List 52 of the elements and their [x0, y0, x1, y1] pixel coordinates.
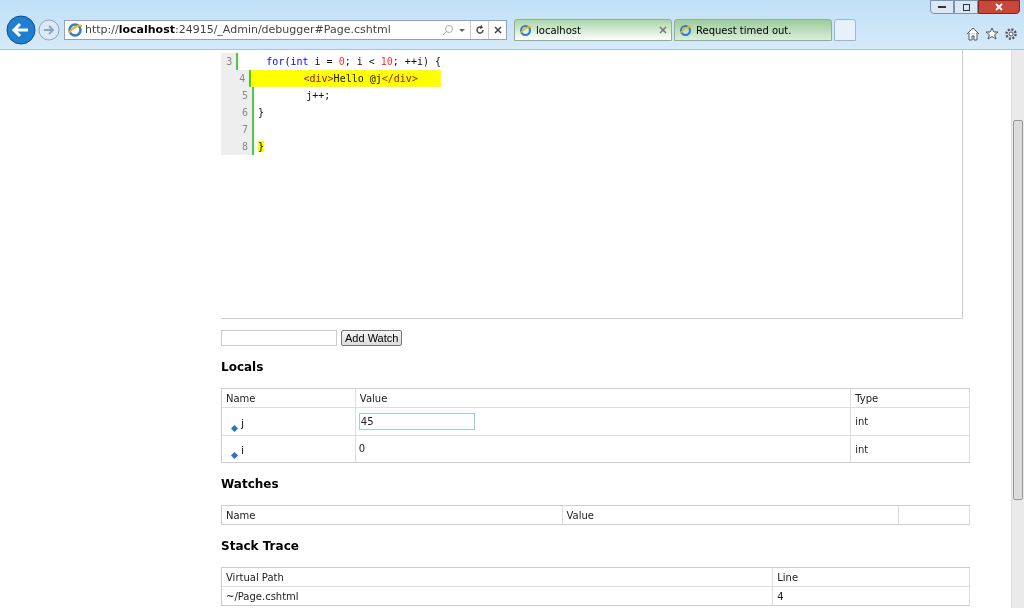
- refresh-icon: [474, 25, 485, 35]
- page-icon: [679, 23, 692, 37]
- table-cell-text: Name: [226, 391, 256, 406]
- line-number: 4: [221, 70, 252, 87]
- table-cell: j: [241, 415, 245, 432]
- tab-close-icon[interactable]: [659, 26, 667, 34]
- table-cell-text: Value: [566, 508, 594, 523]
- table-cell-text: Line: [777, 570, 799, 585]
- line-number: 5: [221, 87, 254, 104]
- table-cell-text: Name: [226, 508, 256, 523]
- dropdown-icon[interactable]: [458, 26, 466, 34]
- minimize-button[interactable]: [930, 0, 954, 14]
- table-cell-text: Value: [359, 391, 388, 406]
- table-cell-text: Virtual Path: [226, 570, 284, 585]
- star-icon[interactable]: [985, 27, 999, 41]
- close-icon: [995, 3, 1003, 11]
- close-button[interactable]: [978, 0, 1020, 14]
- section-heading: Stack Trace: [221, 538, 299, 555]
- table-cell-text: 0: [358, 442, 366, 456]
- add-watch-button[interactable]: Add Watch: [341, 330, 403, 346]
- watch-input[interactable]: [221, 330, 337, 346]
- table-cell-text: int: [855, 415, 869, 429]
- table-cell-text: 4: [777, 589, 784, 604]
- settings-icon[interactable]: [1004, 27, 1018, 41]
- home-icon[interactable]: [966, 27, 980, 41]
- section-heading: Locals: [221, 359, 264, 376]
- back-icon[interactable]: [6, 15, 36, 45]
- table-cell-text: ~/Page.cshtml: [226, 589, 299, 604]
- variable-icon: [231, 425, 238, 432]
- variable-icon: [231, 452, 238, 459]
- section-heading: Watches: [221, 476, 279, 493]
- scrollbar-thumb[interactable]: [1013, 120, 1023, 500]
- line-number: 3: [221, 53, 239, 70]
- code-line: j++;: [305, 89, 331, 103]
- url-text: http://localhost:24915/_Admin/debugger#Page.cshtml: [85, 21, 391, 38]
- line-number: 8: [221, 138, 254, 155]
- table-cell: i: [241, 442, 245, 459]
- page-icon: [519, 23, 532, 37]
- address-bar[interactable]: http://localhost:24915/_Admin/debugger#Page.cshtml: [64, 20, 507, 40]
- browser-tab[interactable]: Request timed out.: [674, 19, 832, 41]
- scrollbar[interactable]: [1011, 50, 1024, 608]
- table-cell-text: int: [855, 442, 869, 457]
- close-icon: [493, 26, 502, 34]
- browser-tab[interactable]: localhost: [514, 19, 672, 41]
- code-line: for(int i = 0; i < 10; ++i) {: [265, 55, 441, 69]
- line-number: 6: [221, 104, 254, 121]
- page-icon: [67, 22, 83, 38]
- code-line: }: [257, 106, 265, 120]
- restore-button[interactable]: [954, 0, 978, 14]
- table-cell-text: Type: [855, 391, 879, 406]
- line-number: 7: [221, 121, 254, 138]
- value-input[interactable]: 45: [358, 413, 475, 430]
